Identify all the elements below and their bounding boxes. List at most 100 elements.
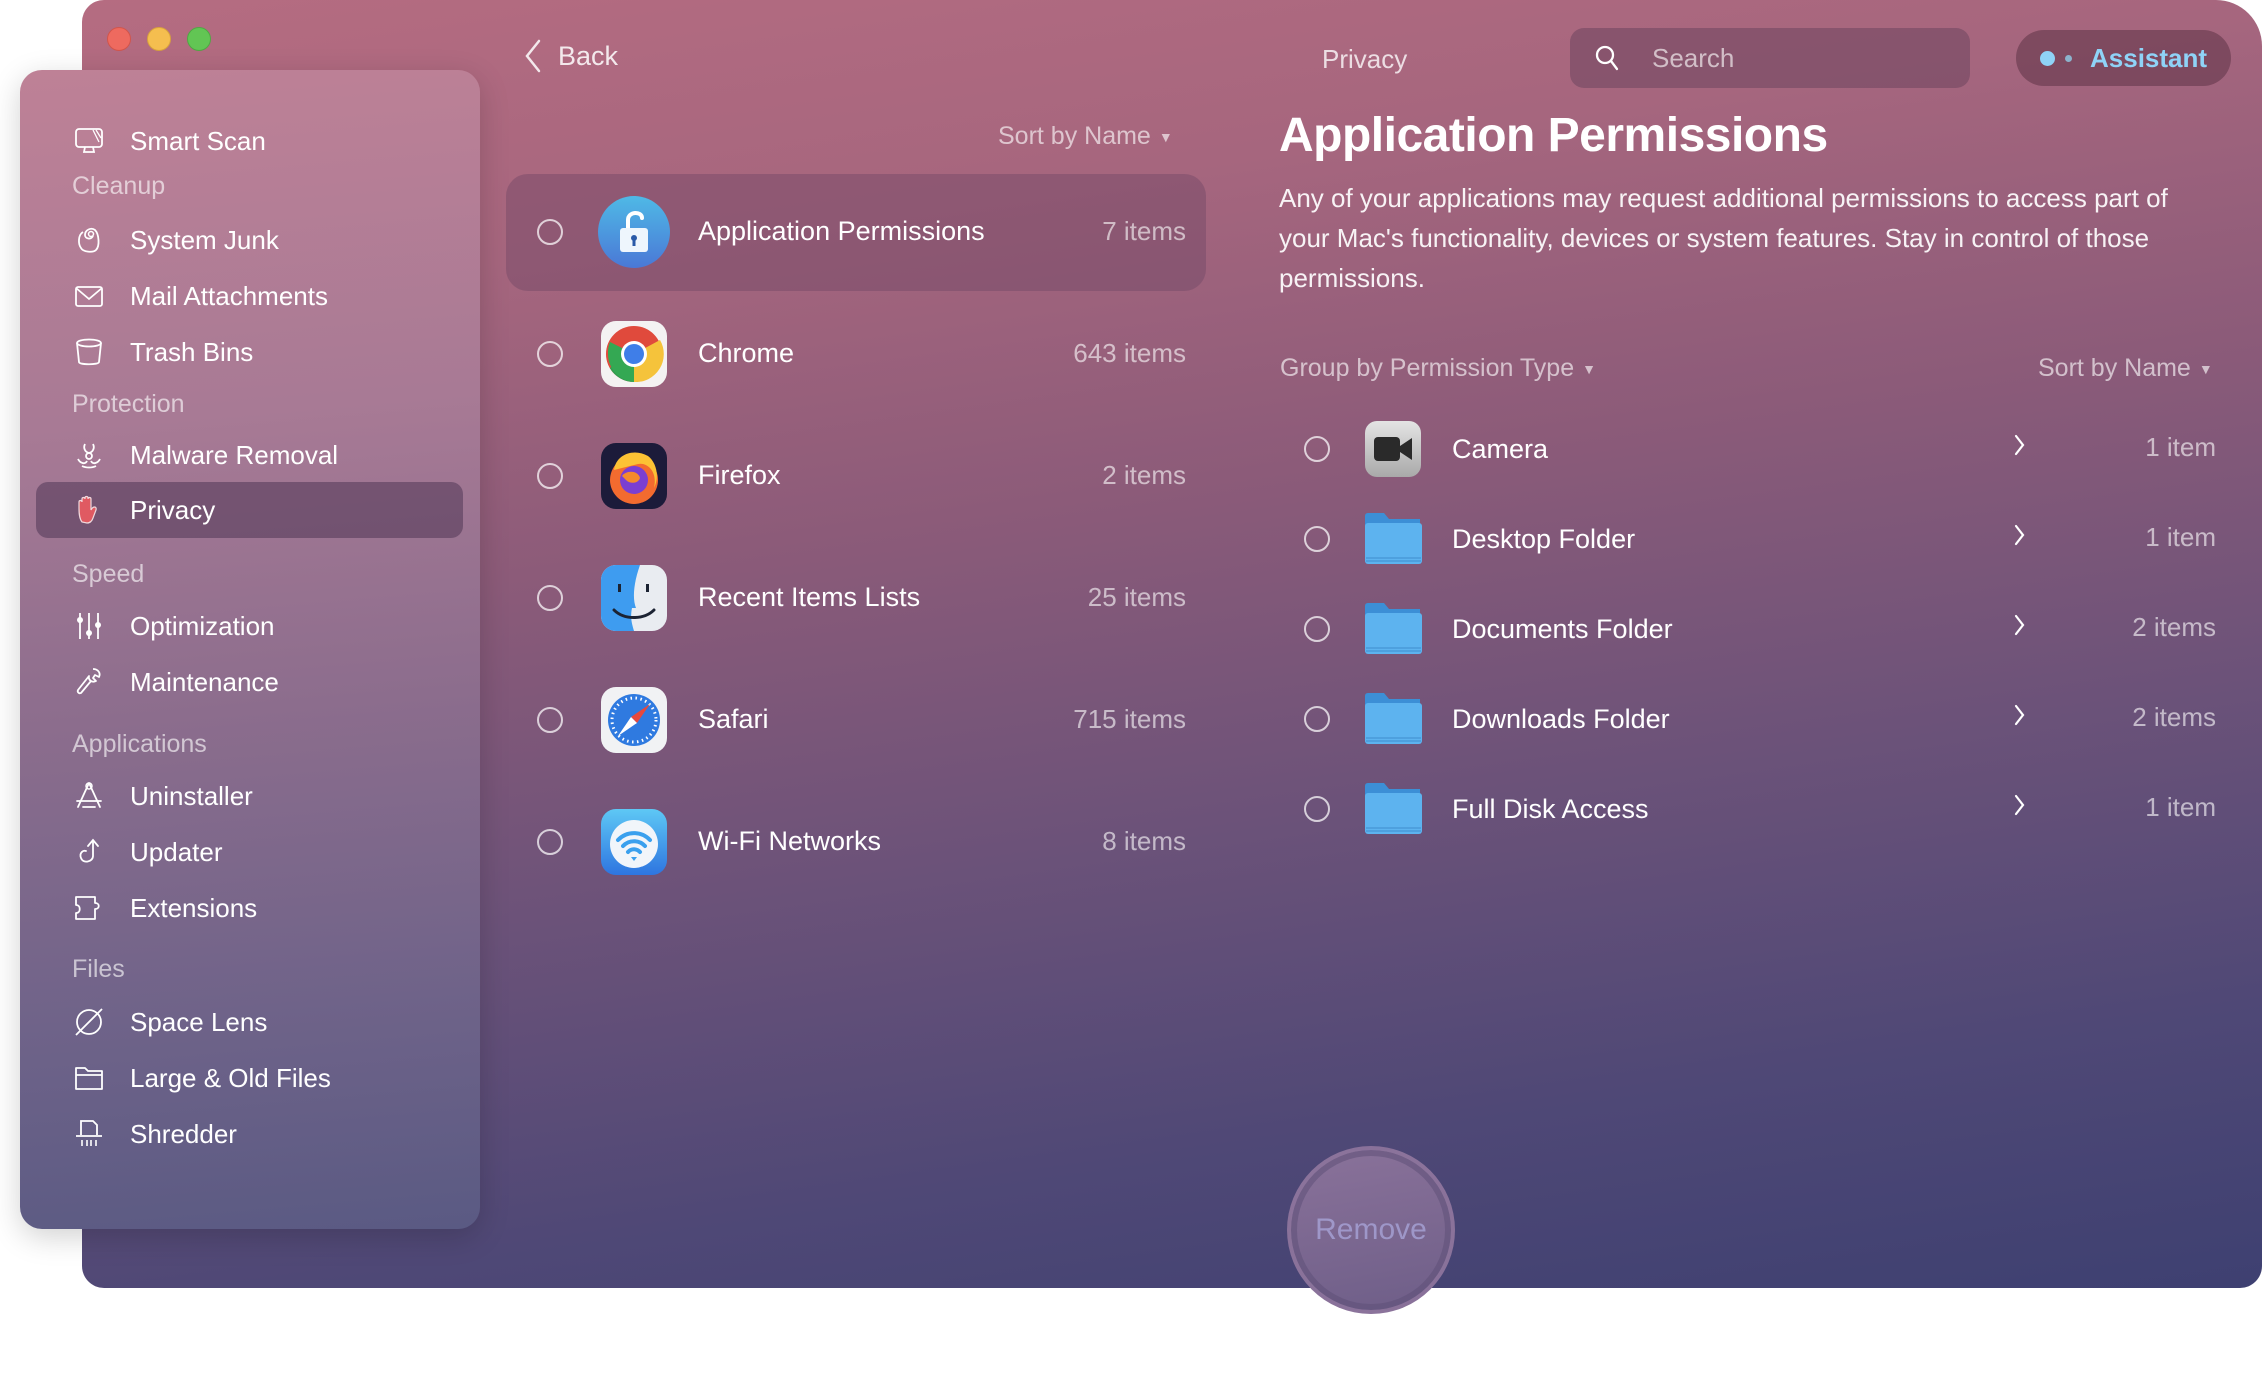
permission-row-desktop-folder[interactable]: Desktop Folder 1 item	[1290, 502, 2230, 592]
permission-checkbox[interactable]	[1304, 526, 1330, 552]
list-item-name: Firefox	[698, 460, 781, 490]
maximize-window-button[interactable]	[187, 27, 211, 51]
list-item-name: Application Permissions	[698, 216, 985, 246]
planet-icon	[72, 1005, 106, 1039]
caret-down-icon: ▼	[1158, 129, 1173, 146]
back-button[interactable]: Back	[522, 38, 618, 74]
list-item-checkbox[interactable]	[537, 341, 563, 367]
search-input[interactable]	[1650, 37, 1954, 79]
list-item-checkbox[interactable]	[537, 829, 563, 855]
sidebar-section-protection: Protection	[72, 390, 185, 418]
detail-sort-dropdown[interactable]: Sort by Name ▼	[2038, 354, 2213, 383]
sidebar-item-uninstaller[interactable]: Uninstaller	[36, 768, 463, 824]
assistant-label: Assistant	[2090, 42, 2208, 73]
trash-icon	[72, 335, 106, 369]
sidebar-item-updater[interactable]: Updater	[36, 824, 463, 880]
permission-checkbox[interactable]	[1304, 436, 1330, 462]
sidebar-item-label: Privacy	[130, 494, 216, 525]
folder-icon	[1364, 690, 1422, 748]
sidebar-section-files: Files	[72, 955, 125, 983]
finder-icon	[598, 562, 670, 634]
permission-row-documents-folder[interactable]: Documents Folder 2 items	[1290, 592, 2230, 682]
remove-label: Remove	[1315, 1213, 1427, 1246]
permission-checkbox[interactable]	[1304, 706, 1330, 732]
minimize-window-button[interactable]	[147, 27, 171, 51]
sidebar-item-privacy[interactable]: Privacy	[36, 482, 463, 538]
chevron-right-icon[interactable]	[2012, 702, 2028, 728]
sidebar-item-label: Maintenance	[130, 666, 279, 697]
list-item-recent-items-lists[interactable]: Recent Items Lists 25 items	[506, 540, 1206, 657]
group-by-label: Group by Permission Type	[1280, 354, 1575, 382]
sidebar-item-smart-scan[interactable]: Smart Scan	[36, 113, 463, 169]
folder-icon	[72, 1061, 106, 1095]
chevron-right-icon[interactable]	[2012, 612, 2028, 638]
sidebar-item-label: Shredder	[130, 1118, 237, 1149]
list-item-checkbox[interactable]	[537, 463, 563, 489]
permission-row-downloads-folder[interactable]: Downloads Folder 2 items	[1290, 682, 2230, 772]
list-item-application-permissions[interactable]: Application Permissions 7 items	[506, 174, 1206, 291]
updater-arrow-icon	[72, 835, 106, 869]
sidebar-section-cleanup: Cleanup	[72, 172, 166, 200]
uninstaller-icon	[72, 779, 106, 813]
shredder-icon	[72, 1117, 106, 1151]
sidebar-item-trash-bins[interactable]: Trash Bins	[36, 324, 463, 380]
permission-row-camera[interactable]: Camera 1 item	[1290, 412, 2230, 502]
assistant-dot-small-icon	[2065, 54, 2072, 62]
sidebar-section-applications: Applications	[72, 730, 207, 758]
list-item-firefox[interactable]: Firefox 2 items	[506, 418, 1206, 535]
group-by-dropdown[interactable]: Group by Permission Type ▼	[1280, 354, 1596, 383]
system-junk-icon	[72, 223, 106, 257]
list-item-name: Safari	[698, 704, 769, 734]
caret-down-icon: ▼	[2198, 361, 2213, 378]
chevron-right-icon[interactable]	[2012, 792, 2028, 818]
back-label: Back	[558, 40, 619, 71]
list-item-chrome[interactable]: Chrome 643 items	[506, 296, 1206, 413]
permission-name: Desktop Folder	[1452, 524, 1636, 554]
permission-count: 2 items	[2132, 612, 2216, 642]
close-window-button[interactable]	[107, 27, 131, 51]
sidebar-section-speed: Speed	[72, 560, 145, 588]
list-item-count: 8 items	[1102, 826, 1186, 856]
sidebar-item-label: Optimization	[130, 610, 275, 641]
list-item-safari[interactable]: Safari 715 items	[506, 662, 1206, 779]
sidebar-item-maintenance[interactable]: Maintenance	[36, 654, 463, 710]
sidebar-item-label: Trash Bins	[130, 336, 254, 367]
remove-button[interactable]: Remove	[1287, 1146, 1455, 1314]
sidebar-item-label: Uninstaller	[130, 780, 253, 811]
sidebar-item-label: Updater	[130, 836, 223, 867]
chevron-left-icon	[525, 39, 541, 73]
list-sort-label: Sort by Name	[998, 122, 1151, 150]
list-sort-dropdown[interactable]: Sort by Name ▼	[998, 122, 1173, 151]
sidebar-item-optimization[interactable]: Optimization	[36, 598, 463, 654]
list-item-checkbox[interactable]	[537, 585, 563, 611]
search-field[interactable]	[1570, 28, 1970, 88]
assistant-button[interactable]: Assistant	[2016, 30, 2231, 86]
unlock-icon	[598, 196, 670, 268]
list-item-checkbox[interactable]	[537, 219, 563, 245]
chevron-right-icon[interactable]	[2012, 432, 2028, 458]
list-item-count: 7 items	[1102, 216, 1186, 246]
chevron-right-icon[interactable]	[2012, 522, 2028, 548]
detail-sort-label: Sort by Name	[2038, 354, 2191, 382]
permission-count: 1 item	[2145, 792, 2216, 822]
sidebar-item-extensions[interactable]: Extensions	[36, 880, 463, 936]
wifi-icon	[598, 806, 670, 878]
folder-icon	[1364, 600, 1422, 658]
sidebar-item-label: Mail Attachments	[130, 280, 328, 311]
hand-icon	[72, 493, 106, 527]
sidebar-item-space-lens[interactable]: Space Lens	[36, 994, 463, 1050]
folder-icon	[1364, 780, 1422, 838]
sidebar-item-mail-attachments[interactable]: Mail Attachments	[36, 268, 463, 324]
permission-name: Documents Folder	[1452, 614, 1673, 644]
permission-checkbox[interactable]	[1304, 616, 1330, 642]
sidebar-item-malware-removal[interactable]: Malware Removal	[36, 427, 463, 483]
sidebar-item-large-old-files[interactable]: Large & Old Files	[36, 1050, 463, 1106]
detail-description: Any of your applications may request add…	[1279, 183, 2168, 293]
permission-checkbox[interactable]	[1304, 796, 1330, 822]
list-item-checkbox[interactable]	[537, 707, 563, 733]
sidebar-item-system-junk[interactable]: System Junk	[36, 212, 463, 268]
list-item-wifi-networks[interactable]: Wi-Fi Networks 8 items	[506, 784, 1206, 901]
sidebar-item-shredder[interactable]: Shredder	[36, 1106, 463, 1162]
detail-title: Application Permissions	[1279, 109, 1828, 162]
permission-row-full-disk-access[interactable]: Full Disk Access 1 item	[1290, 772, 2230, 862]
